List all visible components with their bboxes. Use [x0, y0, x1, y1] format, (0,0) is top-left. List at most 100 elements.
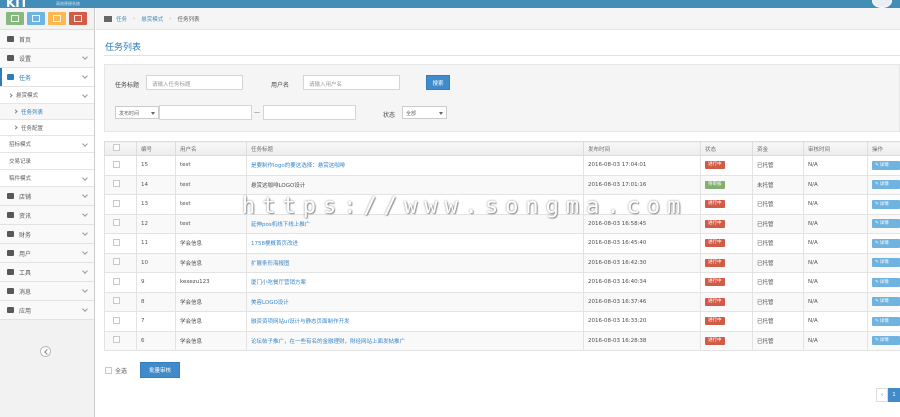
detail-button[interactable]: 详情: [872, 180, 900, 190]
row-checkbox[interactable]: [113, 336, 120, 344]
table-row: 10 学会信息 扩展条形海报图 2016-08-03 16:42:30 进行中 已托管 N/…: [104, 252, 900, 273]
home-icon[interactable]: [104, 15, 112, 22]
row-checkbox[interactable]: [113, 199, 120, 207]
row-user: 学会信息: [175, 252, 247, 273]
sidebar-item-shop[interactable]: 店铺: [0, 187, 94, 206]
search-button[interactable]: 搜索: [426, 75, 450, 90]
gear-icon: [7, 55, 14, 61]
sidebar-item-home[interactable]: 首页: [0, 30, 94, 49]
chart-icon[interactable]: [6, 12, 24, 25]
date-end-input[interactable]: [263, 105, 356, 120]
sidebar-item-settings[interactable]: 设置: [0, 49, 94, 68]
detail-button[interactable]: 详情: [872, 199, 900, 209]
status-badge: 进行中: [705, 317, 725, 326]
username-input[interactable]: 请输入用户名: [303, 75, 400, 90]
header-fund[interactable]: 资金: [752, 141, 804, 156]
row-title-link[interactable]: 1758梗概首页改进: [251, 241, 298, 247]
breadcrumb-item[interactable]: 悬赏模式: [141, 15, 163, 23]
header-time[interactable]: 发布时间: [583, 141, 701, 156]
users-icon[interactable]: [48, 12, 66, 25]
title-input[interactable]: 请输入任务标题: [146, 75, 243, 90]
row-audit: N/A: [803, 213, 868, 234]
row-id: 14: [136, 174, 176, 195]
detail-button[interactable]: 详情: [872, 238, 900, 248]
row-title-link[interactable]: 美容LOGO设计: [251, 300, 289, 306]
detail-button[interactable]: 详情: [872, 336, 900, 346]
row-title-link[interactable]: 论坛帖子推广，在一些有名的金融理财，財经网站上面发帖推广: [251, 339, 405, 345]
sidebar-item-tasks[interactable]: 任务: [0, 68, 94, 87]
detail-button[interactable]: 详情: [872, 297, 900, 307]
watermark: https://www.songma.com: [242, 194, 688, 219]
row-title-cell: 厦门小吃餐厅营销方案: [246, 272, 584, 293]
row-id: 15: [136, 155, 176, 176]
sidebar-item-task-config[interactable]: 任务配置: [0, 120, 94, 136]
breadcrumb-separator: ›: [169, 15, 172, 22]
sidebar-item-reward-mode[interactable]: 悬赏模式: [0, 87, 94, 104]
mail-icon: [7, 288, 14, 294]
pagination: ‹ 1: [876, 388, 900, 402]
sidebar-item-news[interactable]: 资讯: [0, 206, 94, 225]
pencil-icon[interactable]: [27, 12, 45, 25]
chevron-down-icon: [82, 73, 88, 79]
row-title-link[interactable]: 延伸pos机线下线上推广: [251, 222, 310, 228]
row-audit: N/A: [803, 330, 868, 351]
row-checkbox[interactable]: [113, 160, 120, 168]
header-audit[interactable]: 审核时间: [803, 141, 868, 156]
header-status[interactable]: 状态: [700, 141, 753, 156]
row-checkbox[interactable]: [113, 258, 120, 266]
sidebar-item-finance[interactable]: 财务: [0, 225, 94, 244]
sidebar-item-transactions[interactable]: 交易记录: [0, 153, 94, 170]
sidebar-item-draft-mode[interactable]: 稿件模式: [0, 170, 94, 187]
sidebar-item-task-list[interactable]: 任务列表: [0, 104, 94, 120]
row-op-cell: 详情: [867, 291, 900, 312]
select-all-control[interactable]: 全选: [105, 366, 127, 375]
user-avatar[interactable]: [872, 0, 892, 8]
caret-down-icon: [151, 112, 155, 115]
puzzle-icon: [7, 307, 14, 313]
row-user: 学会信息: [175, 291, 247, 312]
detail-button[interactable]: 详情: [872, 316, 900, 326]
page-button[interactable]: 1: [888, 388, 900, 402]
row-title-link[interactable]: 扩展条形海报图: [251, 261, 290, 267]
sidebar-item-apps[interactable]: 应用: [0, 301, 94, 320]
row-checkbox[interactable]: [113, 277, 120, 285]
row-checkbox[interactable]: [113, 316, 120, 324]
header-id[interactable]: 编号: [136, 141, 176, 156]
detail-button[interactable]: 详情: [872, 277, 900, 287]
row-title-link[interactable]: 融资资项网站ui设计与静态页面制作开发: [251, 319, 350, 325]
sidebar-item-bid-mode[interactable]: 招标模式: [0, 136, 94, 153]
status-badge: 进行中: [705, 219, 725, 228]
sidebar-collapse-icon[interactable]: [40, 346, 51, 357]
header-user[interactable]: 用户名: [175, 141, 247, 156]
header-title[interactable]: 任务标题: [246, 141, 584, 156]
row-op-cell: 详情: [867, 252, 900, 273]
time-type-select[interactable]: 发布时间: [115, 106, 159, 119]
row-title-link[interactable]: 是要制作logo的要这选择：悬赏这咖啡: [251, 163, 345, 169]
row-id: 11: [136, 233, 176, 254]
detail-button[interactable]: 详情: [872, 160, 900, 170]
row-user: test: [175, 174, 247, 195]
row-title-cell: 是要制作logo的要这选择：悬赏这咖啡: [246, 155, 584, 176]
row-fund: 已托管: [752, 272, 804, 293]
status-select[interactable]: 全部: [402, 106, 447, 119]
sidebar-item-messages[interactable]: 消息: [0, 282, 94, 301]
row-checkbox[interactable]: [113, 297, 120, 305]
detail-button[interactable]: 详情: [872, 219, 900, 229]
row-checkbox[interactable]: [113, 238, 120, 246]
row-title-link[interactable]: 厦门小吃餐厅营销方案: [251, 280, 306, 286]
detail-button[interactable]: 详情: [872, 258, 900, 268]
page-title: 任务列表: [105, 43, 142, 53]
prev-page-button[interactable]: ‹: [876, 388, 888, 402]
chevron-down-icon: [82, 175, 88, 181]
gears-icon[interactable]: [69, 12, 87, 25]
breadcrumb-item[interactable]: 任务: [116, 15, 127, 23]
sidebar-item-tools[interactable]: 工具: [0, 263, 94, 282]
select-all-checkbox[interactable]: [105, 367, 112, 374]
sidebar-item-users[interactable]: 用户: [0, 244, 94, 263]
row-checkbox[interactable]: [113, 180, 120, 188]
select-all-checkbox[interactable]: [113, 144, 120, 151]
row-checkbox[interactable]: [113, 219, 120, 227]
row-user: test: [175, 213, 247, 234]
batch-review-button[interactable]: 批量审核: [140, 362, 180, 378]
date-start-input[interactable]: [159, 105, 252, 120]
